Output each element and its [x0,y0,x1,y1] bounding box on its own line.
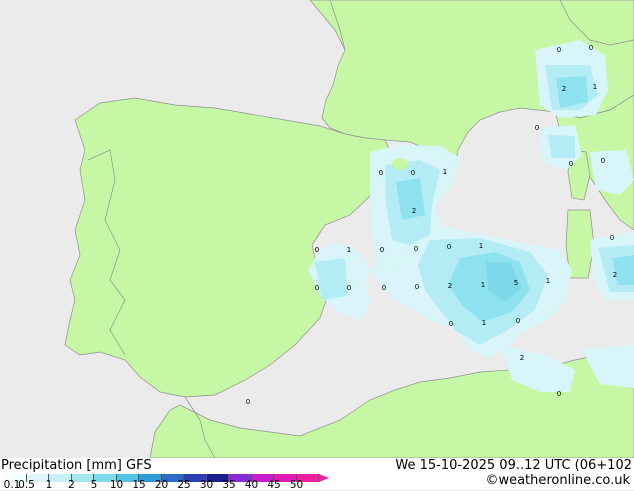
value-label: 1 [482,319,486,327]
value-label: 0 [449,320,453,328]
scale-tick-label: 45 [267,479,281,491]
value-label: 0 [535,124,539,132]
scale-tick-label: 2 [68,479,75,491]
value-label: 0 [601,157,605,165]
value-label: 0 [315,246,319,254]
value-label: 0 [610,234,614,242]
value-label: 2 [613,271,617,279]
value-label: 0 [246,398,250,406]
valid-time: We 15-10-2025 09..12 UTC (06+102 [395,458,632,473]
scale-tick-label: 0.5 [18,479,35,491]
scale-tick-label: 5 [90,479,98,491]
value-label: 2 [412,207,416,215]
value-label: 2 [520,354,524,362]
scale-tick-label: 35 [222,479,236,491]
scale-tick-label: 40 [244,479,259,491]
scale-tick-label: 10 [109,479,124,491]
value-label: 1 [593,83,597,91]
value-label: 0 [516,317,520,325]
value-label: 0 [557,390,561,398]
value-label: 0 [589,44,593,52]
value-label: 1 [443,168,447,176]
value-label: 0 [415,283,419,291]
value-label: 1 [481,281,485,289]
map-canvas: 0 0 1 2 0 1 0 0 0 1 0 0 0 2 1 5 1 0 1 0 … [0,0,634,459]
scale-tick-label: 50 [289,479,304,491]
scale-tick-label: 20 [154,479,169,491]
credit-link[interactable]: ©weatheronline.co.uk [485,473,630,488]
value-label: 0 [414,245,418,253]
scale-tick-label: 1 [45,479,53,491]
value-label: 0 [447,243,451,251]
scale-tick-label: 25 [177,479,191,491]
value-label: 0 [557,46,561,54]
value-label: 0 [380,246,384,254]
value-label: 1 [347,246,351,254]
scale-tick-label: 30 [199,479,214,491]
color-scale-ticks: 0.1 0.5 1 2 5 10 15 20 25 30 35 40 45 50 [0,479,340,491]
value-label: 2 [562,85,566,93]
scale-tick-label: 15 [132,479,146,491]
value-label: 0 [382,284,386,292]
value-label: 0 [569,160,573,168]
value-label: 1 [479,242,483,250]
value-label: 0 [379,169,383,177]
value-label: 0 [347,284,351,292]
value-label: 0 [315,284,319,292]
precipitation-map: 0 0 1 2 0 1 0 0 0 1 0 0 0 2 1 5 1 0 1 0 … [0,0,634,459]
map-footer: Precipitation [mm] GFS We 15-10-2025 09.… [0,458,634,491]
value-label: 2 [448,282,452,290]
value-label: 1 [546,277,550,285]
value-label: 5 [514,279,518,287]
value-label: 0 [411,169,415,177]
map-title: Precipitation [mm] GFS [1,458,152,473]
